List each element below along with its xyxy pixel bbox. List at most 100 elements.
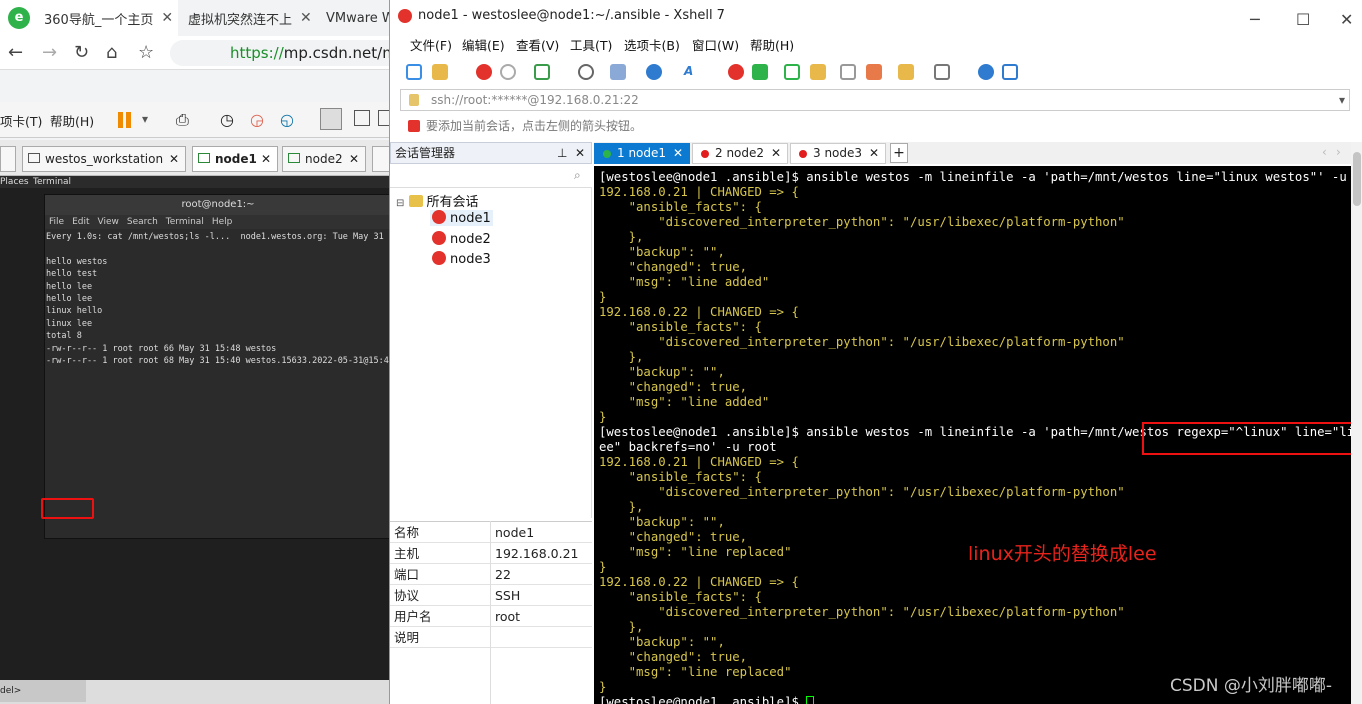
close-icon[interactable]: ✕: [575, 143, 585, 163]
new-tab-group-icon[interactable]: [898, 64, 914, 80]
search-icon[interactable]: ⌕: [574, 168, 581, 183]
fullscreen-icon[interactable]: [784, 64, 800, 80]
terminal-scrollbar[interactable]: [1351, 142, 1362, 704]
close-icon[interactable]: ✕: [869, 144, 879, 163]
guest-menu-edit[interactable]: Edit: [72, 217, 89, 227]
home-icon[interactable]: ⌂: [106, 42, 117, 63]
vmware-tab-westos-workstation[interactable]: westos_workstation ✕: [22, 146, 186, 172]
pin-icon[interactable]: ⊥: [557, 143, 567, 163]
session-address-field[interactable]: ssh://root:******@192.168.0.21:22 ▾: [400, 89, 1350, 111]
vmware-tab-node2[interactable]: node2 ✕: [282, 146, 366, 172]
guest-menu-terminal[interactable]: Terminal: [166, 217, 204, 227]
forward-icon[interactable]: →: [42, 42, 57, 63]
guest-terminal-line: linux hello: [46, 306, 103, 317]
find-icon[interactable]: [578, 64, 594, 80]
revert-snapshot-icon[interactable]: ◶: [250, 110, 264, 129]
menu-tabs[interactable]: 选项卡(B): [624, 35, 680, 54]
gnome-places-menu[interactable]: Places: [0, 176, 29, 188]
terminal-line: }: [599, 290, 607, 304]
help-icon[interactable]: [978, 64, 994, 80]
tree-item-node3[interactable]: node3: [430, 251, 493, 267]
menu-file[interactable]: 文件(F): [410, 35, 452, 54]
vmware-tab-node1[interactable]: node1 ✕: [192, 146, 278, 172]
send-keys-icon[interactable]: ⎙: [176, 110, 189, 130]
snapshot-manager-icon[interactable]: ◵: [280, 110, 294, 129]
font-icon[interactable]: A: [684, 64, 700, 80]
terminal-line: "msg": "line replaced": [599, 665, 792, 679]
guest-terminal-window[interactable]: root@node1:~ File Edit View Search Terminal H…: [44, 194, 392, 539]
menu-edit[interactable]: 编辑(E): [462, 35, 505, 54]
gnome-terminal-menu[interactable]: Terminal: [33, 176, 71, 188]
close-icon[interactable]: ✕: [169, 147, 179, 171]
session-search-input[interactable]: ⌕: [390, 166, 592, 188]
terminal-line: }: [599, 680, 607, 694]
layout-icon[interactable]: [934, 64, 950, 80]
terminal-tab-node2[interactable]: 2 node2 ✕: [692, 143, 788, 164]
terminal-line: "discovered_interpreter_python": "/usr/l…: [599, 605, 1125, 619]
favorite-icon[interactable]: ☆: [138, 42, 154, 63]
url-field[interactable]: https://mp.csdn.net/mp: [170, 40, 392, 66]
console-view-icon[interactable]: [354, 110, 370, 126]
scrollbar-thumb[interactable]: [1353, 152, 1361, 206]
snapshot-icon[interactable]: ◷: [220, 110, 234, 129]
pause-icon[interactable]: [118, 112, 123, 128]
guest-menu-file[interactable]: File: [49, 217, 64, 227]
open-folder-icon[interactable]: [432, 64, 448, 80]
vmware-menu-tabs[interactable]: 项卡(T): [0, 111, 42, 130]
menu-tools[interactable]: 工具(T): [570, 35, 612, 54]
menu-view[interactable]: 查看(V): [516, 35, 559, 54]
add-tab-button[interactable]: +: [890, 143, 908, 163]
highlight-icon[interactable]: [866, 64, 882, 80]
tree-root-all-sessions[interactable]: ⊟ 所有会话: [396, 191, 479, 210]
terminal-output[interactable]: [westoslee@node1 .ansible]$ ansible west…: [594, 166, 1351, 704]
browser-tab-3[interactable]: VMware W: [318, 0, 392, 36]
chat-icon[interactable]: [1002, 64, 1018, 80]
menu-help[interactable]: 帮助(H): [750, 35, 794, 54]
tree-item-node1[interactable]: node1: [430, 210, 493, 226]
close-icon[interactable]: ✕: [261, 147, 271, 171]
xshell-icon[interactable]: [728, 64, 744, 80]
keyboard-icon[interactable]: [840, 64, 856, 80]
new-session-icon[interactable]: [406, 64, 422, 80]
add-session-arrow-icon[interactable]: [408, 120, 420, 132]
vmware-menu-help[interactable]: 帮助(H): [50, 111, 94, 130]
reload-icon[interactable]: ↻: [74, 42, 89, 63]
window-title: node1 - westoslee@node1:~/.ansible - Xsh…: [418, 8, 725, 23]
globe-icon[interactable]: [646, 64, 662, 80]
terminal-line: }: [599, 410, 607, 424]
properties-icon[interactable]: [534, 64, 550, 80]
browser-address-row: ← → ↻ ⌂ ☆ https://mp.csdn.net/mp: [0, 36, 392, 70]
menu-window[interactable]: 窗口(W): [692, 35, 739, 54]
close-icon[interactable]: ✕: [771, 144, 781, 163]
tree-item-node2[interactable]: node2: [430, 231, 493, 247]
terminal-line: 192.168.0.22 | CHANGED => {: [599, 305, 799, 319]
guest-menu-help[interactable]: Help: [212, 217, 233, 227]
terminal-tab-node1[interactable]: 1 node1 ✕: [594, 143, 690, 164]
tab-scroll-right-icon[interactable]: ›: [1336, 145, 1341, 159]
browser-tab-2[interactable]: 虚拟机突然连不上 ✕: [180, 0, 310, 36]
terminal-tab-bar: 1 node1 ✕ 2 node2 ✕ 3 node3 ✕ + ‹ ›: [594, 142, 1362, 164]
close-icon[interactable]: ✕: [161, 10, 173, 26]
chevron-down-icon[interactable]: ▾: [1339, 90, 1345, 110]
terminal-tab-node3[interactable]: 3 node3 ✕: [790, 143, 886, 164]
back-icon[interactable]: ←: [8, 42, 23, 63]
close-icon[interactable]: ✕: [300, 10, 310, 26]
vm-guest-display[interactable]: Places Terminal root@node1:~ File Edit Vie…: [0, 176, 392, 680]
xshell-window: node1 - westoslee@node1:~/.ansible - Xsh…: [389, 0, 1362, 704]
chevron-down-icon[interactable]: ▾: [142, 112, 148, 126]
reconnect-icon[interactable]: [476, 64, 492, 80]
xftp-icon[interactable]: [752, 64, 768, 80]
lock-icon[interactable]: [810, 64, 826, 80]
terminal-tab-label: 2 node2: [715, 146, 765, 160]
close-icon[interactable]: ✕: [673, 144, 683, 163]
transfer-icon[interactable]: [610, 64, 626, 80]
collapse-icon[interactable]: ⊟: [396, 198, 404, 209]
guest-menu-view[interactable]: View: [98, 217, 119, 227]
vmware-tab-hidden[interactable]: [0, 146, 16, 172]
browser-tab-1[interactable]: e 360导航_一个主页 ✕: [0, 0, 178, 36]
library-view-icon[interactable]: [320, 108, 342, 130]
tab-scroll-left-icon[interactable]: ‹: [1322, 145, 1327, 159]
guest-menu-search[interactable]: Search: [127, 217, 158, 227]
disconnect-icon[interactable]: [500, 64, 516, 80]
close-icon[interactable]: ✕: [349, 147, 359, 171]
